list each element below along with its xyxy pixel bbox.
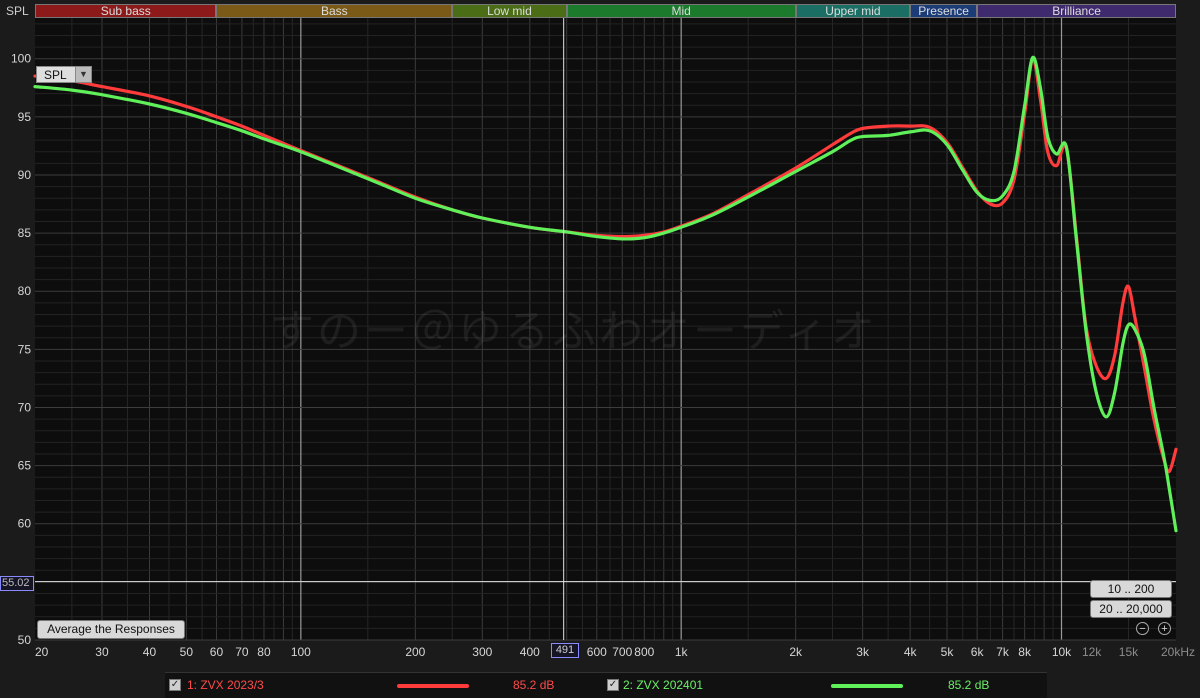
measurement-type-value: SPL [44, 68, 67, 82]
x-tick-label: 50 [180, 645, 194, 659]
x-tick-label: 10k [1052, 645, 1072, 659]
series-1-level: 85.2 dB [513, 678, 555, 692]
series-1-name: 1: ZVX 2023/3 [187, 678, 264, 692]
x-tick-label: 40 [143, 645, 157, 659]
y-tick-label: 60 [18, 517, 32, 531]
y-tick-label: 65 [18, 459, 32, 473]
series-2-level: 85.2 dB [948, 678, 990, 692]
x-tick-label: 200 [405, 645, 425, 659]
x-tick-label: 70 [235, 645, 249, 659]
y-tick-label: 95 [18, 110, 32, 124]
cursor-x-readout: 491 [551, 643, 579, 658]
x-tick-labels: 20 30 40 50 60 70 80 100 200 300 400 600 700 800 1k 2k 3… [35, 645, 1195, 659]
y-tick-label: 90 [18, 168, 32, 182]
y-tick-label: 70 [18, 400, 32, 414]
x-tick-label: 4k [904, 645, 918, 659]
range-10-200-button[interactable]: 10 .. 200 [1090, 580, 1172, 598]
x-tick-label: 1k [675, 645, 689, 659]
x-tick-label: 15k [1119, 645, 1139, 659]
series-1-checkbox[interactable]: ✓ [169, 679, 181, 691]
y-tick-label: 50 [18, 633, 32, 647]
x-tick-label: 30 [95, 645, 109, 659]
y-tick-label: 85 [18, 226, 32, 240]
legend-bar: ✓ 1: ZVX 2023/3 85.2 dB ✓ 2: ZVX 202401 … [165, 672, 1047, 698]
zoom-out-horizontal-icon[interactable]: − [1136, 622, 1149, 635]
zoom-in-horizontal-icon[interactable]: + [1158, 622, 1171, 635]
legend-item-series-1: ✓ 1: ZVX 2023/3 85.2 dB [165, 673, 605, 698]
watermark-text: すのー＠ゆるふわオーディオ [270, 307, 878, 356]
y-tick-labels: 50 60 65 70 75 80 85 90 95 100 [11, 52, 31, 647]
x-tick-label: 8k [1018, 645, 1032, 659]
x-tick-label: 60 [210, 645, 224, 659]
x-tick-label: 80 [257, 645, 271, 659]
x-tick-label: 600 [587, 645, 607, 659]
x-tick-label: 700 [612, 645, 632, 659]
x-tick-label: 5k [941, 645, 955, 659]
range-20-20000-button[interactable]: 20 .. 20,000 [1090, 600, 1172, 618]
series-2-name: 2: ZVX 202401 [623, 678, 704, 692]
y-tick-label: 75 [18, 342, 32, 356]
measurement-type-select[interactable]: SPL ▼ [36, 66, 92, 83]
frequency-response-app: SPL Sub bass Bass Low mid Mid Upper mid Prese… [0, 0, 1200, 698]
x-tick-label: 800 [634, 645, 654, 659]
legend-item-series-2: ✓ 2: ZVX 202401 85.2 dB [605, 673, 1045, 698]
y-tick-label: 100 [11, 52, 31, 66]
average-responses-button[interactable]: Average the Responses [37, 620, 185, 639]
x-tick-label: 300 [472, 645, 492, 659]
x-tick-label: 3k [856, 645, 870, 659]
x-tick-label: 100 [291, 645, 311, 659]
cursor-y-readout: 55.02 [0, 576, 34, 591]
x-tick-label: 12k [1082, 645, 1102, 659]
dropdown-arrow-icon[interactable]: ▼ [75, 67, 91, 82]
x-tick-label: 7k [996, 645, 1010, 659]
x-tick-label: 6k [971, 645, 985, 659]
x-tick-label: 400 [520, 645, 540, 659]
series-2-checkbox[interactable]: ✓ [607, 679, 619, 691]
x-tick-label: 20 [35, 645, 49, 659]
series-2-swatch [831, 684, 903, 688]
x-tick-label: 2k [789, 645, 803, 659]
y-tick-label: 80 [18, 284, 32, 298]
x-tick-label: 20kHz [1161, 645, 1195, 659]
series-1-swatch [397, 684, 469, 688]
